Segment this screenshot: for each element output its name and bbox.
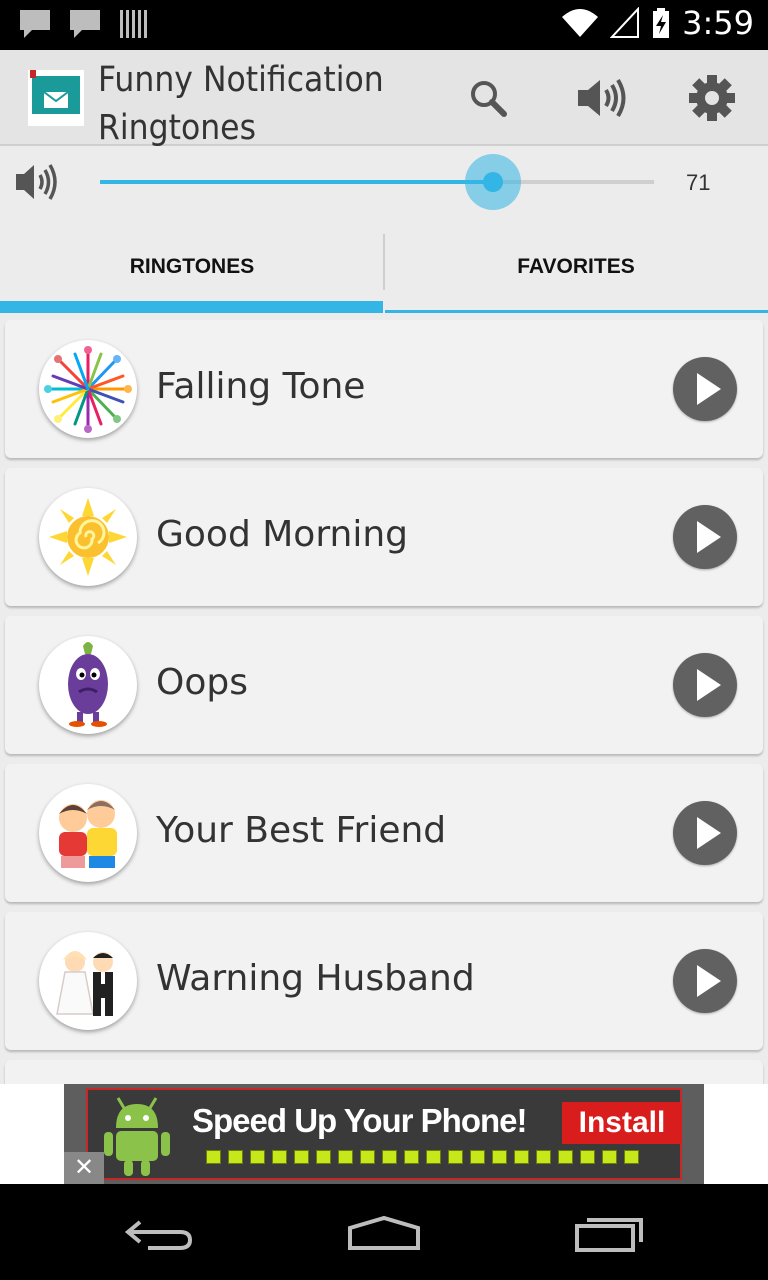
volume-control: 71 (0, 148, 768, 228)
ringtone-list: Falling Tone Good Morning Oops Your Best… (0, 320, 768, 1084)
play-icon (697, 669, 721, 701)
ad-close-button[interactable]: ✕ (64, 1152, 104, 1184)
ringtone-name: Warning Husband (156, 958, 475, 999)
clock: 3:59 (682, 4, 754, 42)
play-icon (697, 521, 721, 553)
wifi-icon (562, 9, 599, 37)
sun-image (39, 488, 137, 586)
ringtone-item[interactable]: Good Morning (5, 468, 763, 606)
recent-apps-button[interactable] (564, 1206, 654, 1262)
ad-content: Speed Up Your Phone! Install (86, 1088, 682, 1180)
ad-headline: Speed Up Your Phone! (192, 1102, 527, 1139)
ringtone-item[interactable]: Oops (5, 616, 763, 754)
ringtone-name: Falling Tone (156, 366, 366, 407)
search-icon (471, 81, 507, 117)
ad-banner[interactable]: Speed Up Your Phone! Install ✕ (64, 1084, 704, 1184)
back-button[interactable] (114, 1206, 204, 1262)
ringtone-name: Your Best Friend (156, 810, 447, 851)
tab-ringtones-indicator (0, 301, 383, 313)
home-button[interactable] (339, 1206, 429, 1262)
kids-hugging-image (39, 784, 137, 882)
eggplant-character-image (39, 636, 137, 734)
ringtone-name: Oops (156, 662, 248, 703)
play-icon (697, 373, 721, 405)
ringtone-item[interactable]: Warning Husband (5, 912, 763, 1050)
ad-banner-area: Speed Up Your Phone! Install ✕ (0, 1084, 768, 1184)
back-icon (124, 1220, 193, 1250)
tab-favorites[interactable]: FAVORITES (384, 234, 768, 314)
volume-icon (16, 164, 57, 200)
play-button[interactable] (673, 505, 737, 569)
tab-favorites-indicator (385, 310, 768, 313)
bride-and-groom-image (39, 932, 137, 1030)
play-button[interactable] (673, 949, 737, 1013)
barcode-icon (120, 10, 147, 38)
battery-charging-icon (653, 8, 670, 38)
android-robot-icon (104, 1097, 170, 1176)
play-button[interactable] (673, 801, 737, 865)
status-bar: 3:59 (0, 0, 768, 50)
volume-icon (578, 78, 626, 118)
volume-slider-thumb[interactable] (483, 172, 503, 192)
action-bar: Funny Notification Ringtones (0, 50, 768, 148)
settings-icon (689, 75, 735, 121)
ad-install-button[interactable]: Install (562, 1102, 682, 1144)
settings-button[interactable] (682, 70, 742, 126)
recent-apps-icon (575, 1218, 643, 1252)
play-icon (697, 817, 721, 849)
volume-value: 71 (686, 170, 711, 195)
volume-slider-fill (100, 180, 493, 184)
tab-bar: RINGTONES FAVORITES (0, 234, 768, 314)
app-title: Funny Notification Ringtones (98, 60, 384, 148)
confetti-burst-image (39, 340, 137, 438)
ringtone-name: Good Morning (156, 514, 408, 555)
ringtone-item-partial[interactable] (5, 1060, 763, 1084)
navigation-bar (0, 1184, 768, 1280)
chat-bubble-icon (70, 10, 100, 38)
ringtone-item[interactable]: Your Best Friend (5, 764, 763, 902)
play-button[interactable] (673, 357, 737, 421)
home-icon (348, 1215, 420, 1250)
volume-button[interactable] (572, 70, 632, 126)
ringtone-item[interactable]: Falling Tone (5, 320, 763, 458)
cell-signal-icon (610, 7, 640, 38)
search-button[interactable] (458, 70, 518, 126)
play-button[interactable] (673, 653, 737, 717)
volume-slider[interactable] (100, 154, 654, 210)
chat-bubble-icon (20, 10, 50, 38)
ad-progress-bar (206, 1150, 639, 1164)
play-icon (697, 965, 721, 997)
app-logo (28, 70, 84, 126)
